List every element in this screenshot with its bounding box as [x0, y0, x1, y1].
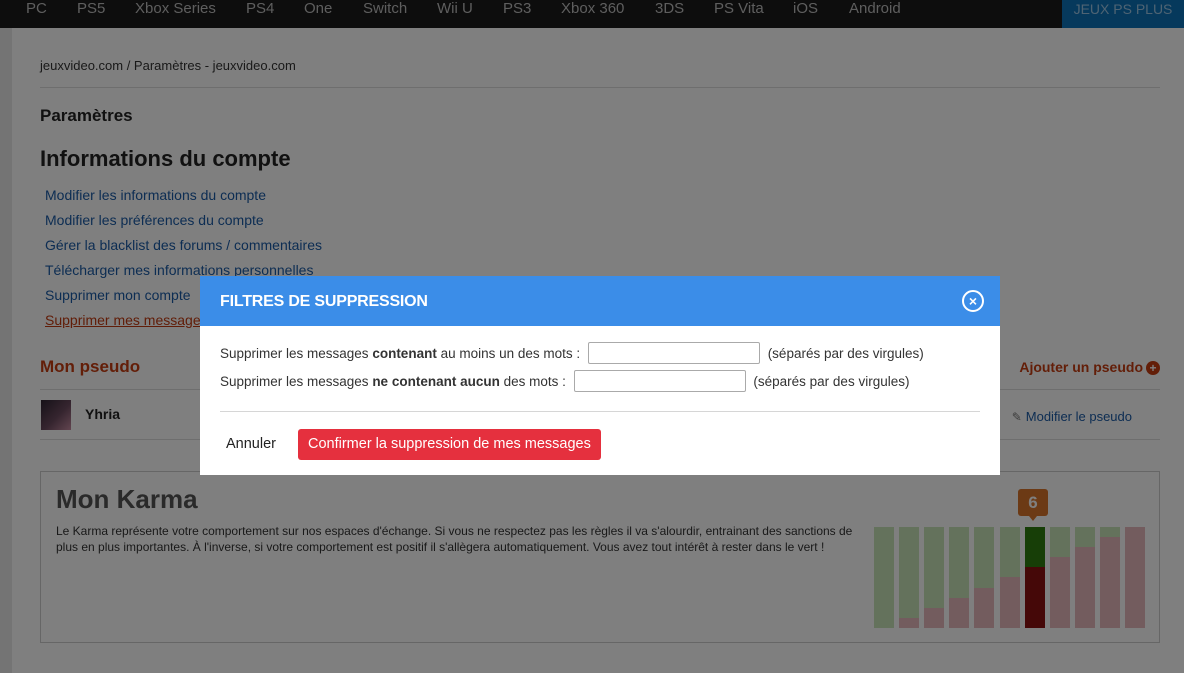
label-prefix: Supprimer les messages	[220, 345, 373, 361]
label-suffix: au moins un des mots :	[436, 345, 581, 361]
not-contains-words-input[interactable]	[573, 370, 746, 392]
contains-words-input[interactable]	[587, 342, 760, 364]
filter-contains-label: Supprimer les messages contenant au moin…	[220, 346, 580, 361]
filter-not-contains-label: Supprimer les messages ne contenant aucu…	[220, 374, 566, 389]
filter-contains-row: Supprimer les messages contenant au moin…	[220, 342, 924, 364]
filter-not-contains-row: Supprimer les messages ne contenant aucu…	[220, 370, 909, 392]
delete-filter-dialog: FILTRES DE SUPPRESSION × Supprimer les m…	[200, 276, 1000, 475]
label-bold: ne contenant aucun	[372, 373, 500, 389]
label-suffix: des mots :	[499, 373, 566, 389]
confirm-delete-button[interactable]: Confirmer la suppression de mes messages	[298, 429, 601, 460]
dialog-header: FILTRES DE SUPPRESSION ×	[200, 276, 1000, 326]
cancel-button[interactable]: Annuler	[226, 436, 276, 452]
dialog-title: FILTRES DE SUPPRESSION	[220, 293, 428, 310]
separator-note: (séparés par des virgules)	[767, 345, 924, 361]
divider	[220, 411, 980, 412]
label-bold: contenant	[372, 345, 437, 361]
label-prefix: Supprimer les messages	[220, 373, 373, 389]
close-icon[interactable]: ×	[962, 290, 984, 312]
separator-note: (séparés par des virgules)	[753, 373, 910, 389]
